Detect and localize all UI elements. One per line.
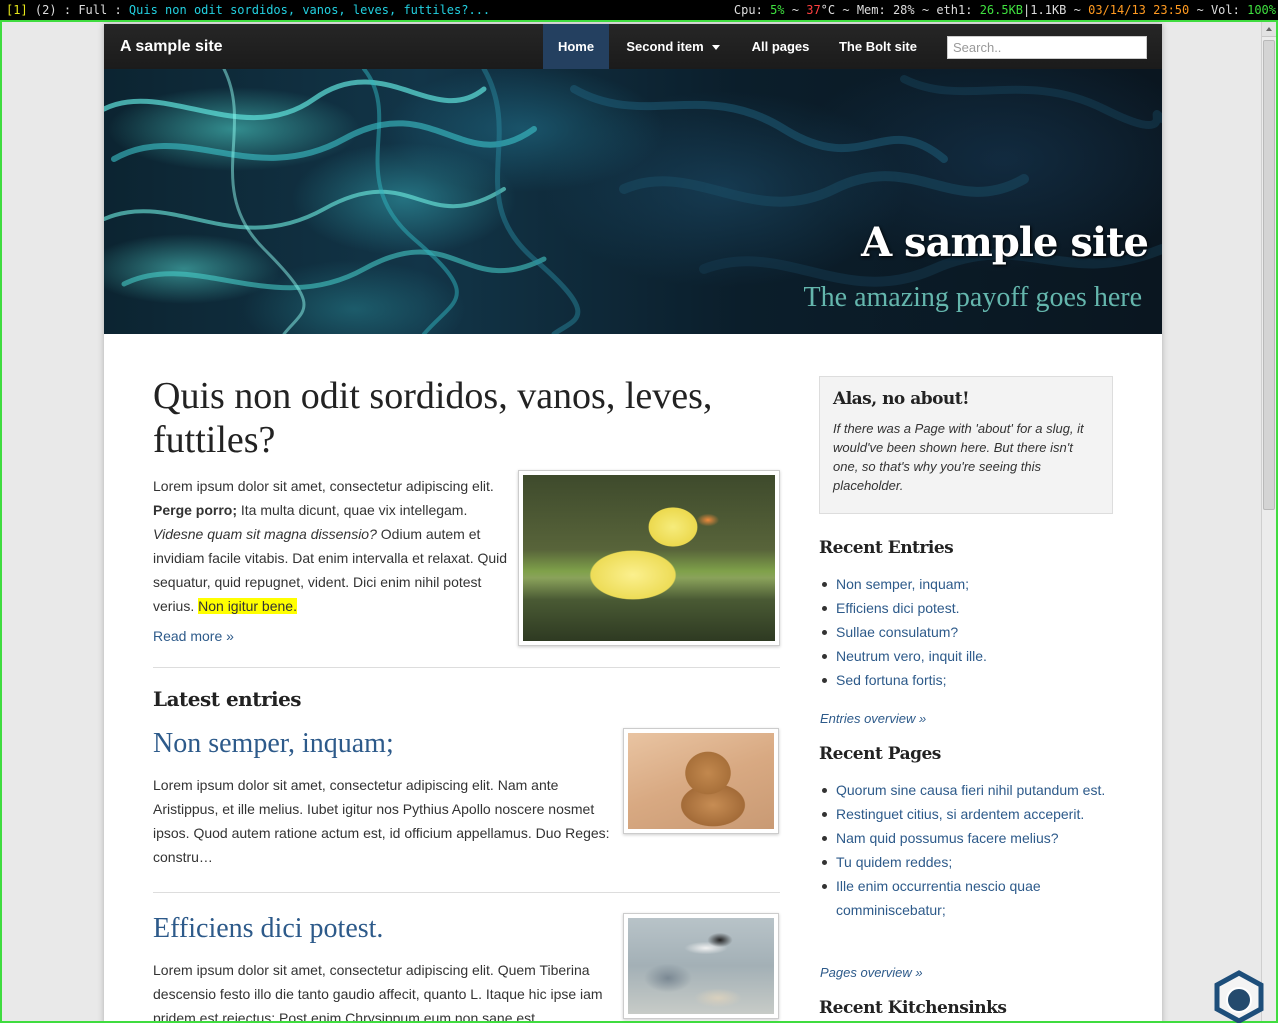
about-box: Alas, no about! If there was a Page with… (819, 376, 1113, 514)
cpu-label: Cpu: (733, 3, 763, 17)
list-item[interactable]: Sed fortuna fortis; (819, 668, 1113, 692)
net-down: 26.5KB (979, 3, 1024, 17)
recent-pages-heading: Recent Pages (819, 744, 941, 764)
list-item[interactable]: Quorum sine causa fieri nihil putandum e… (819, 778, 1113, 802)
post-text-1: Lorem ipsum dolor sit amet, consectetur … (153, 478, 494, 494)
temp-unit: °C ~ (820, 3, 850, 17)
entries-overview-link[interactable]: Entries overview » (820, 711, 926, 726)
wm-separator: : (114, 3, 122, 17)
page-container: A sample site Home Second item All pages… (104, 24, 1162, 1021)
vertical-scrollbar[interactable] (1261, 22, 1276, 1021)
nav-second-item[interactable]: Second item (609, 24, 737, 69)
list-item[interactable]: Efficiens dici potest. (819, 596, 1113, 620)
hexagon-logo-icon[interactable] (1212, 970, 1266, 1023)
list-item[interactable]: Restinguet citius, si ardentem acceperit… (819, 802, 1113, 826)
brand-link[interactable]: A sample site (120, 24, 223, 69)
wm-tag-1[interactable]: [1] (6, 3, 28, 17)
hero-subtitle: The amazing payoff goes here (803, 282, 1142, 313)
entry-excerpt: Lorem ipsum dolor sit amet, consectetur … (153, 962, 603, 1023)
recent-entries-list: Non semper, inquam; Efficiens dici potes… (819, 572, 1113, 692)
list-item[interactable]: Ille enim occurrentia nescio quae commin… (819, 874, 1113, 922)
nav-second-label: Second item (626, 39, 704, 54)
list-item[interactable]: Neutrum vero, inquit ille. (819, 644, 1113, 668)
wm-left-status: [1] (2) : Full : Quis non odit sordidos,… (6, 0, 490, 20)
vol-value: 100% (1247, 3, 1276, 17)
cpu-value: 5% (770, 3, 785, 17)
list-item[interactable]: Sullae consulatum? (819, 620, 1113, 644)
read-more-link[interactable]: Read more » (153, 628, 234, 644)
temp-value: 37 (806, 3, 821, 17)
wm-right-status: Cpu: 5% ~ 37°C ~ Mem: 28% ~ eth1: 26.5KB… (734, 0, 1276, 20)
net-up: 1.1KB (1030, 3, 1067, 17)
main-content: Quis non odit sordidos, vanos, leves, fu… (153, 374, 780, 1021)
caracal-kitten-photo[interactable] (623, 728, 779, 834)
hero-title: A sample site (861, 219, 1149, 266)
latest-entries-heading: Latest entries (153, 687, 302, 711)
entry-excerpt: Lorem ipsum dolor sit amet, consectetur … (153, 777, 610, 865)
wm-window-title: Quis non odit sordidos, vanos, leves, fu… (128, 3, 491, 17)
list-item[interactable]: Nam quid possumus facere melius? (819, 826, 1113, 850)
wm-tilde: ~ (1073, 3, 1081, 17)
nav-home[interactable]: Home (543, 24, 609, 69)
chevron-down-icon (711, 45, 720, 51)
wm-status-bar: [1] (2) : Full : Quis non odit sordidos,… (0, 0, 1278, 20)
wm-separator: : (63, 3, 72, 17)
entry-title[interactable]: Non semper, inquam; (153, 728, 394, 760)
nav-bolt-site-label: The Bolt site (838, 39, 917, 54)
recent-entries-heading: Recent Entries (819, 538, 954, 558)
scrollbar-thumb[interactable] (1263, 40, 1275, 510)
recent-kitchensinks-heading: Recent Kitchensinks (819, 998, 1007, 1018)
mem-value: 28% (892, 3, 915, 17)
duckling-photo[interactable] (518, 470, 780, 646)
post-title[interactable]: Quis non odit sordidos, vanos, leves, fu… (153, 374, 780, 462)
stilt-bird-photo[interactable] (623, 913, 779, 1019)
about-title: Alas, no about! (833, 389, 970, 409)
divider (153, 667, 780, 668)
stilt-bird-image (628, 918, 774, 1014)
post-text-2: Ita multa dicunt, quae vix intellegam. (237, 502, 468, 518)
recent-pages-list: Quorum sine causa fieri nihil putandum e… (819, 778, 1113, 922)
browser-window: A sample site Home Second item All pages… (0, 20, 1278, 1023)
nav-all-pages-label: All pages (751, 39, 810, 54)
net-label: ~ eth1: (921, 3, 973, 17)
about-text: If there was a Page with 'about' for a s… (833, 421, 1084, 493)
vol-label: ~ Vol: (1196, 3, 1240, 17)
divider (153, 892, 780, 893)
entry-title[interactable]: Efficiens dici potest. (153, 913, 383, 945)
top-navbar: A sample site Home Second item All pages… (104, 24, 1162, 69)
nav-bolt-site[interactable]: The Bolt site (824, 24, 932, 69)
duckling-image (523, 475, 775, 641)
nav-home-label: Home (557, 39, 595, 54)
list-item[interactable]: Tu quidem reddes; (819, 850, 1113, 874)
list-item[interactable]: Non semper, inquam; (819, 572, 1113, 596)
post-text-bold: Perge porro; (153, 502, 238, 518)
pages-overview-link[interactable]: Pages overview » (820, 965, 923, 980)
mem-label: Mem: (856, 3, 886, 17)
wm-layout[interactable]: Full (78, 3, 107, 17)
post-text-highlight: Non igitur bene. (198, 598, 297, 614)
datetime: 03/14/13 23:50 (1088, 3, 1190, 17)
wm-tag-2[interactable]: (2) (35, 3, 57, 17)
header-banner: A sample site The amazing payoff goes he… (104, 69, 1162, 334)
caracal-kitten-image (628, 733, 774, 829)
search-input[interactable] (947, 36, 1147, 59)
nav-all-pages[interactable]: All pages (737, 24, 824, 69)
post-text-italic: Videsne quam sit magna dissensio? (153, 526, 377, 542)
wm-tilde: ~ (791, 3, 799, 17)
scroll-up-button[interactable] (1262, 22, 1276, 37)
post-excerpt: Lorem ipsum dolor sit amet, consectetur … (153, 474, 513, 618)
